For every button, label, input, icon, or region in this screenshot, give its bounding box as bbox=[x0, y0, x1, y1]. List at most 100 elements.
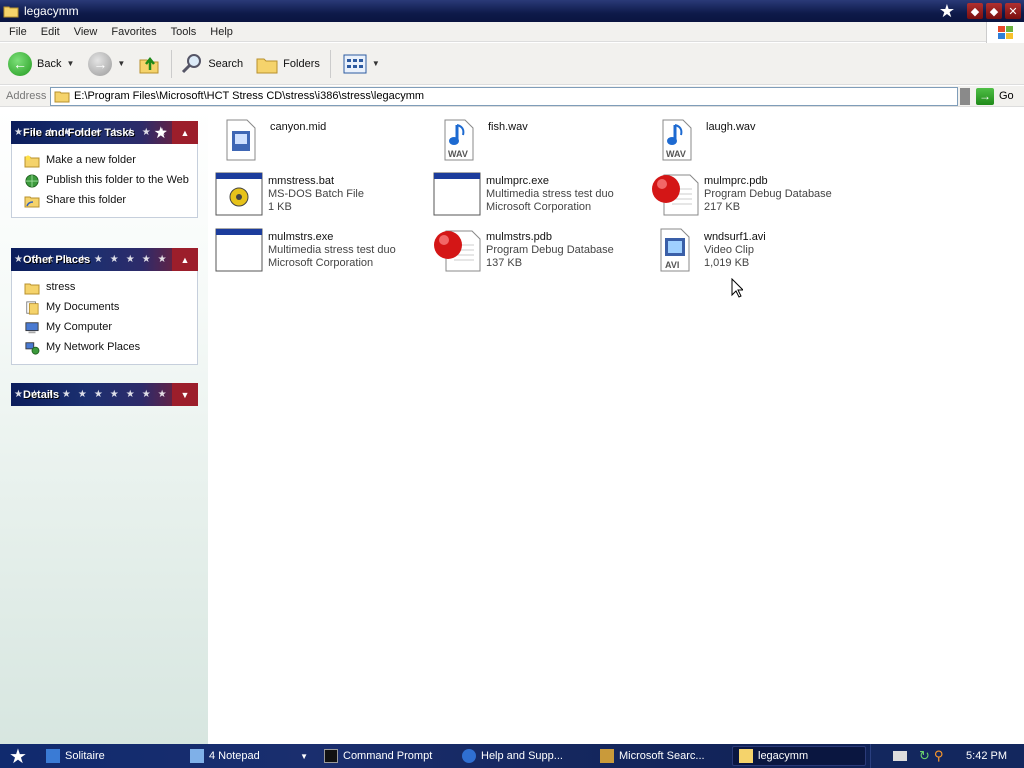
start-button[interactable]: ★ bbox=[0, 744, 36, 768]
address-input[interactable]: E:\Program Files\Microsoft\HCT Stress CD… bbox=[50, 86, 958, 106]
file-item[interactable]: mulmstrs.exe Multimedia stress test duo … bbox=[214, 226, 424, 276]
panel-title: Details bbox=[23, 388, 60, 401]
panel-header[interactable]: ★★★★★★★★★★★ File and Folder Tasks ★ ▲ bbox=[11, 121, 198, 144]
chevron-down-icon[interactable]: ▼ bbox=[66, 59, 74, 68]
go-button[interactable]: → Go bbox=[976, 87, 1014, 105]
computer-icon bbox=[25, 322, 39, 334]
file-type: Program Debug Database bbox=[704, 188, 832, 200]
back-button[interactable]: ← Back ▼ bbox=[8, 51, 74, 76]
search-tray-icon[interactable]: ⚲ bbox=[934, 748, 944, 764]
task-label: Make a new folder bbox=[46, 154, 136, 166]
file-size: 137 KB bbox=[486, 257, 523, 269]
file-description: Multimedia stress test duo bbox=[486, 188, 614, 200]
address-path: E:\Program Files\Microsoft\HCT Stress CD… bbox=[74, 90, 425, 102]
svg-text:WAV: WAV bbox=[448, 149, 468, 159]
clock[interactable]: 5:42 PM bbox=[966, 750, 1007, 762]
address-dropdown-button[interactable] bbox=[960, 87, 970, 105]
taskbar-microsoft-search[interactable]: Microsoft Searc... bbox=[594, 746, 728, 766]
task-label: Publish this folder to the Web bbox=[46, 174, 189, 186]
forward-button[interactable]: → ▼ bbox=[88, 51, 125, 76]
up-folder-icon bbox=[139, 56, 159, 73]
taskbar-notepad[interactable]: 4 Notepad ▼ bbox=[184, 746, 314, 766]
collapse-chevron-icon[interactable]: ▲ bbox=[172, 248, 198, 271]
network-icon bbox=[25, 342, 40, 355]
windows-logo-icon bbox=[986, 22, 1024, 44]
place-label: My Network Places bbox=[46, 341, 141, 353]
title-bar: legacymm ★ ◆ ◆ ✕ bbox=[0, 0, 1024, 22]
file-item[interactable]: mulmprc.pdb Program Debug Database 217 K… bbox=[650, 170, 860, 220]
star-icon: ★ bbox=[938, 1, 955, 21]
batch-file-icon bbox=[214, 170, 264, 218]
task-label: Share this folder bbox=[46, 194, 127, 206]
search-button[interactable]: Search bbox=[180, 52, 243, 76]
file-item[interactable]: mmstress.bat MS-DOS Batch File 1 KB bbox=[214, 170, 424, 220]
place-my-computer[interactable]: My Computer bbox=[12, 318, 197, 338]
task-label: Microsoft Searc... bbox=[619, 750, 705, 762]
maximize-button[interactable]: ◆ bbox=[986, 3, 1002, 19]
taskbar-command-prompt[interactable]: Command Prompt bbox=[318, 746, 452, 766]
taskbar-legacymm[interactable]: legacymm bbox=[732, 746, 866, 766]
chevron-down-icon[interactable]: ▼ bbox=[372, 59, 380, 68]
place-my-network[interactable]: My Network Places bbox=[12, 338, 197, 358]
close-button[interactable]: ✕ bbox=[1005, 3, 1021, 19]
file-item[interactable]: mulmstrs.pdb Program Debug Database 137 … bbox=[432, 226, 642, 276]
menu-help[interactable]: Help bbox=[203, 26, 240, 38]
file-size: 217 KB bbox=[704, 201, 741, 213]
taskbar-help-support[interactable]: Help and Supp... bbox=[456, 746, 590, 766]
place-stress[interactable]: stress bbox=[12, 278, 197, 298]
folder-icon bbox=[24, 283, 40, 295]
file-size: 1 KB bbox=[268, 201, 292, 213]
chevron-down-icon: ▼ bbox=[300, 751, 308, 761]
task-pane: ★★★★★★★★★★★ File and Folder Tasks ★ ▲ Ma… bbox=[0, 108, 208, 744]
place-label: stress bbox=[46, 281, 76, 293]
file-company: Microsoft Corporation bbox=[268, 257, 374, 269]
expand-chevron-icon[interactable]: ▼ bbox=[172, 383, 198, 406]
file-name: canyon.mid bbox=[270, 121, 327, 133]
file-type: Video Clip bbox=[704, 244, 754, 256]
folder-icon bbox=[739, 749, 753, 763]
toolbar: ← Back ▼ → ▼ Search Folders ▼ bbox=[0, 43, 1024, 85]
file-item[interactable]: WAV laugh.wav bbox=[652, 116, 862, 166]
taskbar-solitaire[interactable]: Solitaire bbox=[40, 746, 180, 766]
star-icon: ★ bbox=[153, 125, 168, 142]
task-publish-web[interactable]: Publish this folder to the Web bbox=[12, 171, 197, 191]
file-company: Microsoft Corporation bbox=[486, 201, 592, 213]
file-type: Program Debug Database bbox=[486, 244, 614, 256]
keyboard-icon[interactable] bbox=[893, 751, 907, 761]
task-label: Solitaire bbox=[65, 750, 105, 762]
back-label: Back bbox=[37, 57, 62, 70]
panel-header[interactable]: ★★★★★★★★★★★ Other Places ▲ bbox=[11, 248, 198, 271]
collapse-chevron-icon[interactable]: ▲ bbox=[172, 121, 198, 144]
folders-label: Folders bbox=[283, 57, 320, 70]
file-item[interactable]: WAV fish.wav bbox=[434, 116, 644, 166]
file-name: mulmstrs.exe bbox=[268, 231, 334, 243]
file-item[interactable]: canyon.mid bbox=[216, 116, 426, 166]
menu-file[interactable]: File bbox=[0, 26, 34, 38]
menu-view[interactable]: View bbox=[67, 26, 105, 38]
task-label: legacymm bbox=[758, 750, 809, 762]
panel-header[interactable]: ★★★★★★★★★★★ Details ▼ bbox=[11, 383, 198, 406]
file-item[interactable]: mulmprc.exe Multimedia stress test duo M… bbox=[432, 170, 642, 220]
menu-favorites[interactable]: Favorites bbox=[104, 26, 163, 38]
minimize-button[interactable]: ◆ bbox=[967, 3, 983, 19]
folders-button[interactable]: Folders bbox=[255, 53, 320, 75]
place-my-documents[interactable]: My Documents bbox=[12, 298, 197, 318]
menu-edit[interactable]: Edit bbox=[34, 26, 67, 38]
task-make-folder[interactable]: Make a new folder bbox=[12, 151, 197, 171]
go-arrow-icon: → bbox=[976, 87, 994, 105]
place-label: My Documents bbox=[46, 301, 120, 313]
menu-tools[interactable]: Tools bbox=[164, 26, 204, 38]
avi-icon: AVI bbox=[650, 226, 700, 274]
task-label: Command Prompt bbox=[343, 750, 433, 762]
views-button[interactable]: ▼ bbox=[343, 54, 380, 74]
up-folder-button[interactable] bbox=[137, 52, 161, 76]
file-folder-tasks-panel: ★★★★★★★★★★★ File and Folder Tasks ★ ▲ Ma… bbox=[11, 121, 198, 218]
other-places-panel: ★★★★★★★★★★★ Other Places ▲ stress My Doc… bbox=[11, 248, 198, 365]
network-status-icon[interactable]: ↻ bbox=[919, 748, 930, 764]
file-item[interactable]: AVI wndsurf1.avi Video Clip 1,019 KB bbox=[650, 226, 860, 276]
file-name: fish.wav bbox=[488, 121, 528, 133]
task-share-folder[interactable]: Share this folder bbox=[12, 191, 197, 211]
chevron-down-icon[interactable]: ▼ bbox=[117, 59, 125, 68]
back-arrow-icon: ← bbox=[8, 51, 32, 76]
panel-body: stress My Documents My Computer My Netwo… bbox=[11, 271, 198, 365]
